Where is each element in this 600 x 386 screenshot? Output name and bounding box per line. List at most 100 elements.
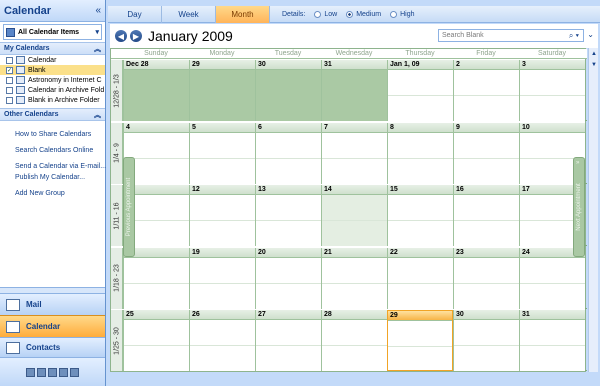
scroll-down-icon[interactable]: ▼ [590,61,598,69]
week-label-text: 1/25 - 30 [113,327,120,355]
calendar-item-astronomy[interactable]: Astronomy in Internet C [0,75,105,85]
day-cell[interactable]: 22 [387,247,453,309]
link-publish-calendar[interactable]: Publish My Calendar... [0,172,105,183]
calendar-button[interactable]: Calendar [0,315,105,337]
previous-appointment-tab[interactable]: Previous Appointment [123,157,135,257]
day-cell[interactable]: 14 [321,185,387,247]
radio-low[interactable] [314,10,322,18]
contacts-button[interactable]: Contacts [0,337,105,357]
shortcut-icon[interactable] [59,367,68,377]
link-send-calendar[interactable]: Send a Calendar via E-mail... [0,161,106,172]
checkbox[interactable] [6,76,13,84]
cell-divider [388,220,453,222]
day-cell[interactable]: 31 [519,310,585,372]
folder-icon[interactable] [48,367,57,377]
scroll-up-icon[interactable]: ▲ [590,50,598,58]
tab-month[interactable]: Month [216,5,270,23]
week-label[interactable]: 1/25 - 30 [111,310,123,372]
back-arrow-icon[interactable]: ◀ [115,30,127,42]
day-cell[interactable]: 9 [453,122,519,184]
link-search-calendars[interactable]: Search Calendars Online [0,145,105,156]
calendar-header: ◀ ▶ January 2009 Search Blank ⌕ ▾ ⌄ [110,24,598,48]
details-options: Details: Low Medium High [282,10,415,18]
link-add-new-group[interactable]: Add New Group [0,188,105,199]
day-cell[interactable]: 21 [321,247,387,309]
tab-day[interactable]: Day [108,5,162,23]
cell-divider [124,345,189,347]
calendar-item-blank[interactable]: ✓ Blank [0,65,105,75]
day-number: Jan 1, 09 [388,60,453,70]
search-placeholder: Search Blank [442,32,484,39]
day-cell[interactable]: 13 [255,185,321,247]
collapse-icon[interactable]: « [95,5,101,16]
day-cell[interactable]: 8 [387,122,453,184]
day-cell[interactable]: 16 [453,185,519,247]
all-calendar-items-dropdown[interactable]: All Calendar Items ▾ [3,24,102,40]
day-cell[interactable]: 19 [189,247,255,309]
day-number: 22 [388,247,453,258]
day-cell[interactable]: 28 [321,310,387,372]
week-label[interactable]: 1/11 - 16 [111,185,123,247]
checkbox[interactable] [6,86,13,94]
day-cell[interactable]: 20 [255,247,321,309]
my-calendars-header[interactable]: My Calendars ︽ [0,42,105,55]
day-cell[interactable]: 30 [453,310,519,372]
checkbox[interactable] [6,96,13,104]
day-cell[interactable]: 26 [189,310,255,372]
tab-week[interactable]: Week [162,5,216,23]
day-cell[interactable]: 29 [387,310,453,372]
day-cell[interactable]: 31 [321,60,387,121]
mail-button[interactable]: Mail [0,293,105,315]
day-cell[interactable]: 30 [255,60,321,121]
day-cell[interactable]: 5 [189,122,255,184]
day-number: 4 [124,122,189,133]
next-appointment-tab[interactable]: » Next Appointment [573,157,585,257]
journal-icon[interactable] [70,367,79,377]
search-input[interactable]: Search Blank ⌕ ▾ [438,29,584,42]
cell-divider [388,95,453,96]
search-icon[interactable]: ⌕ ▾ [569,30,579,41]
radio-high[interactable] [390,10,398,18]
calendar-item-calendar[interactable]: Calendar [0,55,105,65]
forward-arrow-icon[interactable]: ▶ [130,30,142,42]
day-cell[interactable]: 29 [189,60,255,121]
day-cell[interactable]: Dec 28 [123,60,189,121]
day-cell[interactable]: Jan 1, 09 [387,60,453,121]
day-cell[interactable]: 23 [453,247,519,309]
day-cell[interactable]: 15 [387,185,453,247]
calendar-item-archive[interactable]: Calendar in Archive Fold [0,85,105,95]
week-label[interactable]: 1/18 - 23 [111,247,123,309]
tasks-icon[interactable] [37,367,46,377]
vertical-scrollbar[interactable]: ▲ ▼ [588,48,598,372]
next-arrow-icon: » [576,160,580,166]
cell-divider [190,220,255,222]
day-cell[interactable]: 2 [453,60,519,121]
nav-title: Calendar [4,4,52,17]
weekday-label: Saturday [537,50,567,57]
day-cell[interactable]: 12 [189,185,255,247]
calendar-item-blank-archive[interactable]: Blank in Archive Folder [0,95,105,105]
week-label[interactable]: 12/28 - 1/3 [111,60,123,121]
calendar-icon [6,27,15,37]
week-label[interactable]: 1/4 - 9 [111,122,123,184]
week-row: 1/11 - 1611121314151617 [111,185,587,247]
link-share-calendars[interactable]: How to Share Calendars [0,129,105,140]
day-number: 29 [190,60,255,70]
notes-icon[interactable] [26,367,35,377]
day-cell[interactable]: 25 [123,310,189,372]
other-calendars-header[interactable]: Other Calendars ︽ [0,108,105,121]
day-cell[interactable]: 18 [123,247,189,309]
cell-divider [520,282,585,284]
day-cell[interactable]: 6 [255,122,321,184]
radio-medium-label: Medium [356,10,382,18]
radio-medium[interactable] [346,10,354,18]
checkbox-checked[interactable]: ✓ [6,66,13,74]
cell-divider [190,282,255,284]
day-cell[interactable]: 3 [519,60,585,121]
day-cell[interactable]: 27 [255,310,321,372]
nav-title-bar: Calendar « [0,0,105,22]
calendar-icon [6,320,20,333]
day-cell[interactable]: 7 [321,122,387,184]
expand-icon[interactable]: ⌄ [587,30,594,39]
checkbox[interactable] [6,56,13,64]
